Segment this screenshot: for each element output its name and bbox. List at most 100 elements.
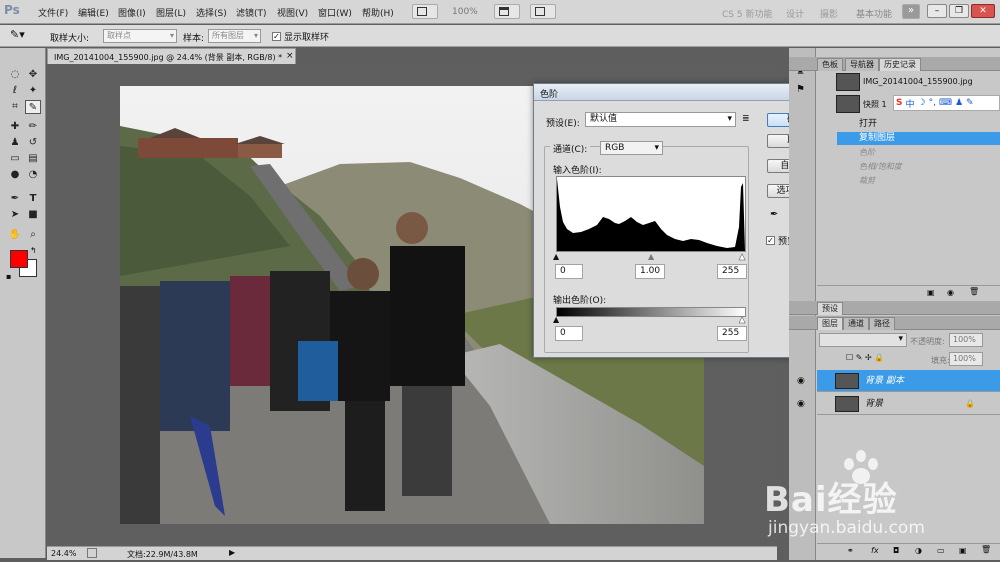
history-item-levels[interactable]: 色阶 [837, 146, 1000, 159]
tab-swatches[interactable]: 色板 [817, 58, 843, 71]
zoom-level[interactable]: 100% [452, 7, 478, 17]
tab-layers[interactable]: 图层 [817, 317, 843, 330]
lock-icons[interactable]: ☐ ✎ ✢ 🔒 [846, 353, 884, 362]
output-white-slider-icon[interactable]: ▲ [739, 315, 746, 325]
output-white-field[interactable]: 255 [717, 326, 747, 341]
hand-tool-icon[interactable]: ✋ [7, 228, 23, 242]
status-zoom[interactable]: 24.4% [51, 549, 76, 558]
history-snapshot-name[interactable]: IMG_20141004_155900.jpg [863, 77, 973, 86]
gradient-tool-icon[interactable]: ▤ [25, 152, 41, 166]
preset-select[interactable]: 默认值 ▾ [585, 112, 736, 127]
history-item-crop[interactable]: 裁剪 [837, 174, 1000, 187]
history-snapshot2-name[interactable]: 快照 1 [863, 99, 887, 110]
eraser-tool-icon[interactable]: ▭ [7, 152, 23, 166]
new-document-from-state-icon[interactable]: ▣ [927, 288, 935, 297]
fill-field[interactable]: 100% [949, 352, 983, 366]
tab-history[interactable]: 历史记录 [879, 58, 921, 71]
input-white-field[interactable]: 255 [717, 264, 747, 279]
arrange-button[interactable] [494, 4, 520, 19]
sample-size-select[interactable]: 取样点 ▾ [103, 29, 177, 43]
tab-paths[interactable]: 路径 [869, 317, 895, 330]
history-item-duplicate-layer[interactable]: 复制图层 [837, 132, 1000, 145]
sample-select[interactable]: 所有图层 ▾ [208, 29, 261, 43]
menu-window[interactable]: 窗口(W) [318, 6, 352, 19]
output-black-field[interactable]: 0 [555, 326, 583, 341]
menu-select[interactable]: 选择(S) [196, 6, 227, 19]
close-tab-icon[interactable]: × [286, 51, 294, 61]
maximize-button[interactable]: ❐ [949, 4, 969, 18]
type-tool-icon[interactable]: T [25, 192, 41, 206]
marquee-tool-icon[interactable]: ◌ [7, 68, 23, 82]
path-selection-icon[interactable]: ➤ [7, 208, 23, 222]
menu-edit[interactable]: 编辑(E) [78, 6, 109, 19]
tab-channels[interactable]: 通道 [843, 317, 869, 330]
layer-row-background[interactable]: ◉ 背景 🔒 [797, 393, 1000, 415]
document-tab[interactable]: IMG_20141004_155900.jpg @ 24.4% (背景 副本, … [47, 48, 296, 64]
menu-layer[interactable]: 图层(L) [156, 6, 186, 19]
black-point-eyedropper-icon[interactable]: ✒ [770, 209, 778, 220]
history-item-hue-sat[interactable]: 色相/饱和度 [837, 160, 1000, 173]
history-brush-icon[interactable]: ↺ [25, 136, 41, 150]
blur-tool-icon[interactable]: ● [7, 168, 23, 182]
default-colors-icon[interactable]: ▪ [6, 272, 11, 281]
lasso-tool-icon[interactable]: ℓ [7, 84, 23, 98]
magic-wand-icon[interactable]: ✦ [25, 84, 41, 98]
eyedropper-tool-icon[interactable]: ✎ [25, 100, 41, 114]
zoom-tool-icon[interactable]: ⌕ [25, 228, 41, 242]
move-tool-icon[interactable]: ✥ [25, 68, 41, 82]
snapshot-icon[interactable]: ◉ [947, 288, 954, 297]
shape-tool-icon[interactable]: ■ [25, 208, 41, 222]
input-black-slider-icon[interactable]: ▲ [553, 252, 559, 261]
input-gamma-slider-icon[interactable]: ▲ [648, 252, 654, 261]
history-item-open[interactable]: 打开 [837, 118, 1000, 131]
chevron-down-icon: ▾ [898, 334, 903, 344]
sample-value: 所有图层 [212, 31, 244, 40]
crop-tool-icon[interactable]: ⌗ [7, 100, 23, 114]
show-sampling-ring[interactable]: ✓ 显示取样环 [272, 30, 329, 43]
menu-help[interactable]: 帮助(H) [362, 6, 394, 19]
minimize-button[interactable]: – [927, 4, 947, 18]
screen-button[interactable] [530, 4, 556, 19]
input-white-slider-icon[interactable]: ▲ [739, 252, 746, 262]
menu-image[interactable]: 图像(I) [118, 6, 146, 19]
close-window-button[interactable]: ✕ [971, 4, 995, 18]
input-gamma-field[interactable]: 1.00 [635, 264, 665, 279]
clone-stamp-icon[interactable]: ♟ [7, 136, 23, 150]
workspace-cs5[interactable]: CS 5 新功能 [722, 7, 772, 20]
channel-select[interactable]: RGB ▾ [600, 141, 663, 155]
more-workspaces-button[interactable]: » [902, 4, 920, 19]
brush-tool-icon[interactable]: ✏ [25, 120, 41, 134]
dodge-tool-icon[interactable]: ◔ [25, 168, 41, 182]
layer-row-background-copy[interactable]: ◉ 背景 副本 [797, 370, 1000, 392]
eye-icon[interactable]: ◉ [797, 393, 805, 415]
workspace-design[interactable]: 设计 [786, 7, 804, 20]
status-menu-arrow-icon[interactable]: ▶ [229, 548, 235, 557]
workspace-photo[interactable]: 摄影 [820, 7, 838, 20]
eye-icon[interactable]: ◉ [797, 370, 805, 392]
ime-toolbar[interactable]: S 中 ☽ °, ⌨ ♟ ✎ [893, 95, 1000, 111]
swap-colors-icon[interactable]: ↰ [30, 246, 37, 255]
delete-state-icon[interactable]: 🗑 [969, 287, 979, 296]
blend-mode-select[interactable]: ▾ [819, 333, 907, 347]
opacity-field[interactable]: 100% [949, 333, 983, 347]
output-black-slider-icon[interactable]: ▲ [553, 315, 559, 324]
ime-mode: 中 [905, 99, 915, 110]
healing-brush-icon[interactable]: ✚ [7, 120, 23, 134]
foreground-color-swatch-top[interactable] [10, 250, 28, 268]
tab-navigator[interactable]: 导航器 [845, 58, 879, 71]
screen-mode-button[interactable] [412, 4, 438, 19]
status-share-icon[interactable] [87, 548, 97, 558]
preview-checkbox[interactable]: ✓ [766, 236, 775, 245]
menu-view[interactable]: 视图(V) [277, 6, 308, 19]
lock-icon: 🔒 [965, 399, 975, 408]
pen-tool-icon[interactable]: ✒ [7, 192, 23, 206]
eyedropper-preset-icon[interactable]: ✎▾ [10, 28, 25, 41]
navigator-panel-icon[interactable]: ⚑ [796, 84, 805, 95]
menu-filter[interactable]: 滤镜(T) [236, 6, 267, 19]
preset-options-icon[interactable]: ≣ [742, 114, 750, 124]
tab-presets[interactable]: 预设 [817, 302, 843, 315]
menu-file[interactable]: 文件(F) [38, 6, 68, 19]
workspace-essentials[interactable]: 基本功能 [856, 7, 892, 20]
show-ring-checkbox[interactable]: ✓ [272, 32, 281, 41]
input-black-field[interactable]: 0 [555, 264, 583, 279]
